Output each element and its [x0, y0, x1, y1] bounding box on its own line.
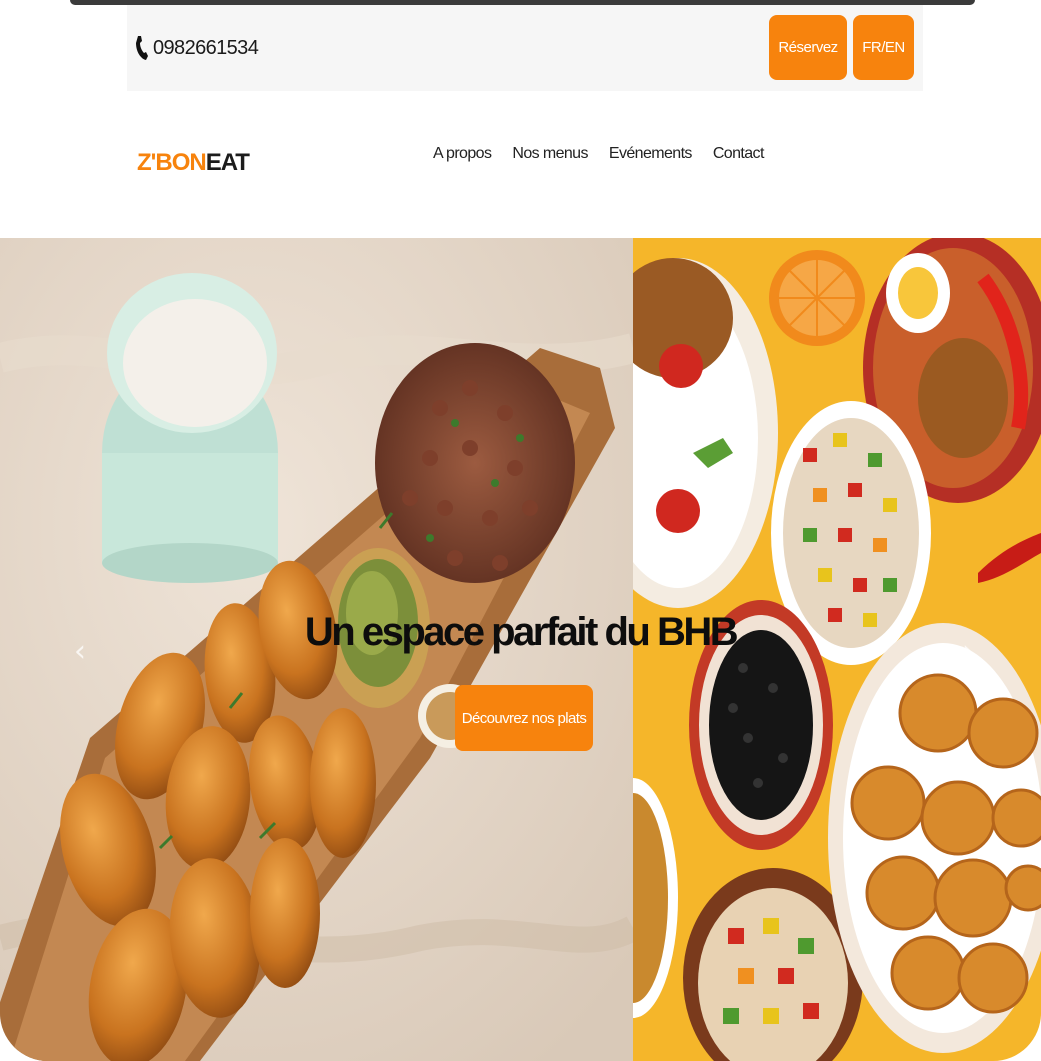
main-nav: A propos Nos menus Evénements Contact	[433, 141, 764, 167]
logo[interactable]: Z'BONEAT	[137, 148, 250, 178]
nav-link-about[interactable]: A propos	[433, 145, 492, 163]
phone-contact[interactable]: 0982661534	[135, 33, 259, 63]
phone-number: 0982661534	[153, 36, 259, 59]
logo-part-2: EAT	[205, 149, 250, 176]
hero-carousel: ‹ › Un espace parfait du BHB Découvrez n…	[0, 238, 1041, 1061]
logo-part-1: Z'BON	[137, 149, 207, 176]
hero-title: Un espace parfait du BHB	[304, 610, 739, 654]
nav-link-menus[interactable]: Nos menus	[512, 145, 588, 163]
nav-link-contact[interactable]: Contact	[713, 145, 765, 163]
discover-dishes-button[interactable]: Découvrez nos plats	[455, 685, 593, 751]
phone-icon	[136, 36, 148, 60]
page: 0982661534 Réservez FR/EN Z'BONEAT A pro…	[0, 0, 1041, 1061]
nav-link-events[interactable]: Evénements	[609, 145, 693, 163]
top-bar: 0982661534 Réservez FR/EN	[127, 5, 923, 91]
reserve-button[interactable]: Réservez	[769, 15, 847, 80]
language-toggle-button[interactable]: FR/EN	[853, 15, 914, 80]
